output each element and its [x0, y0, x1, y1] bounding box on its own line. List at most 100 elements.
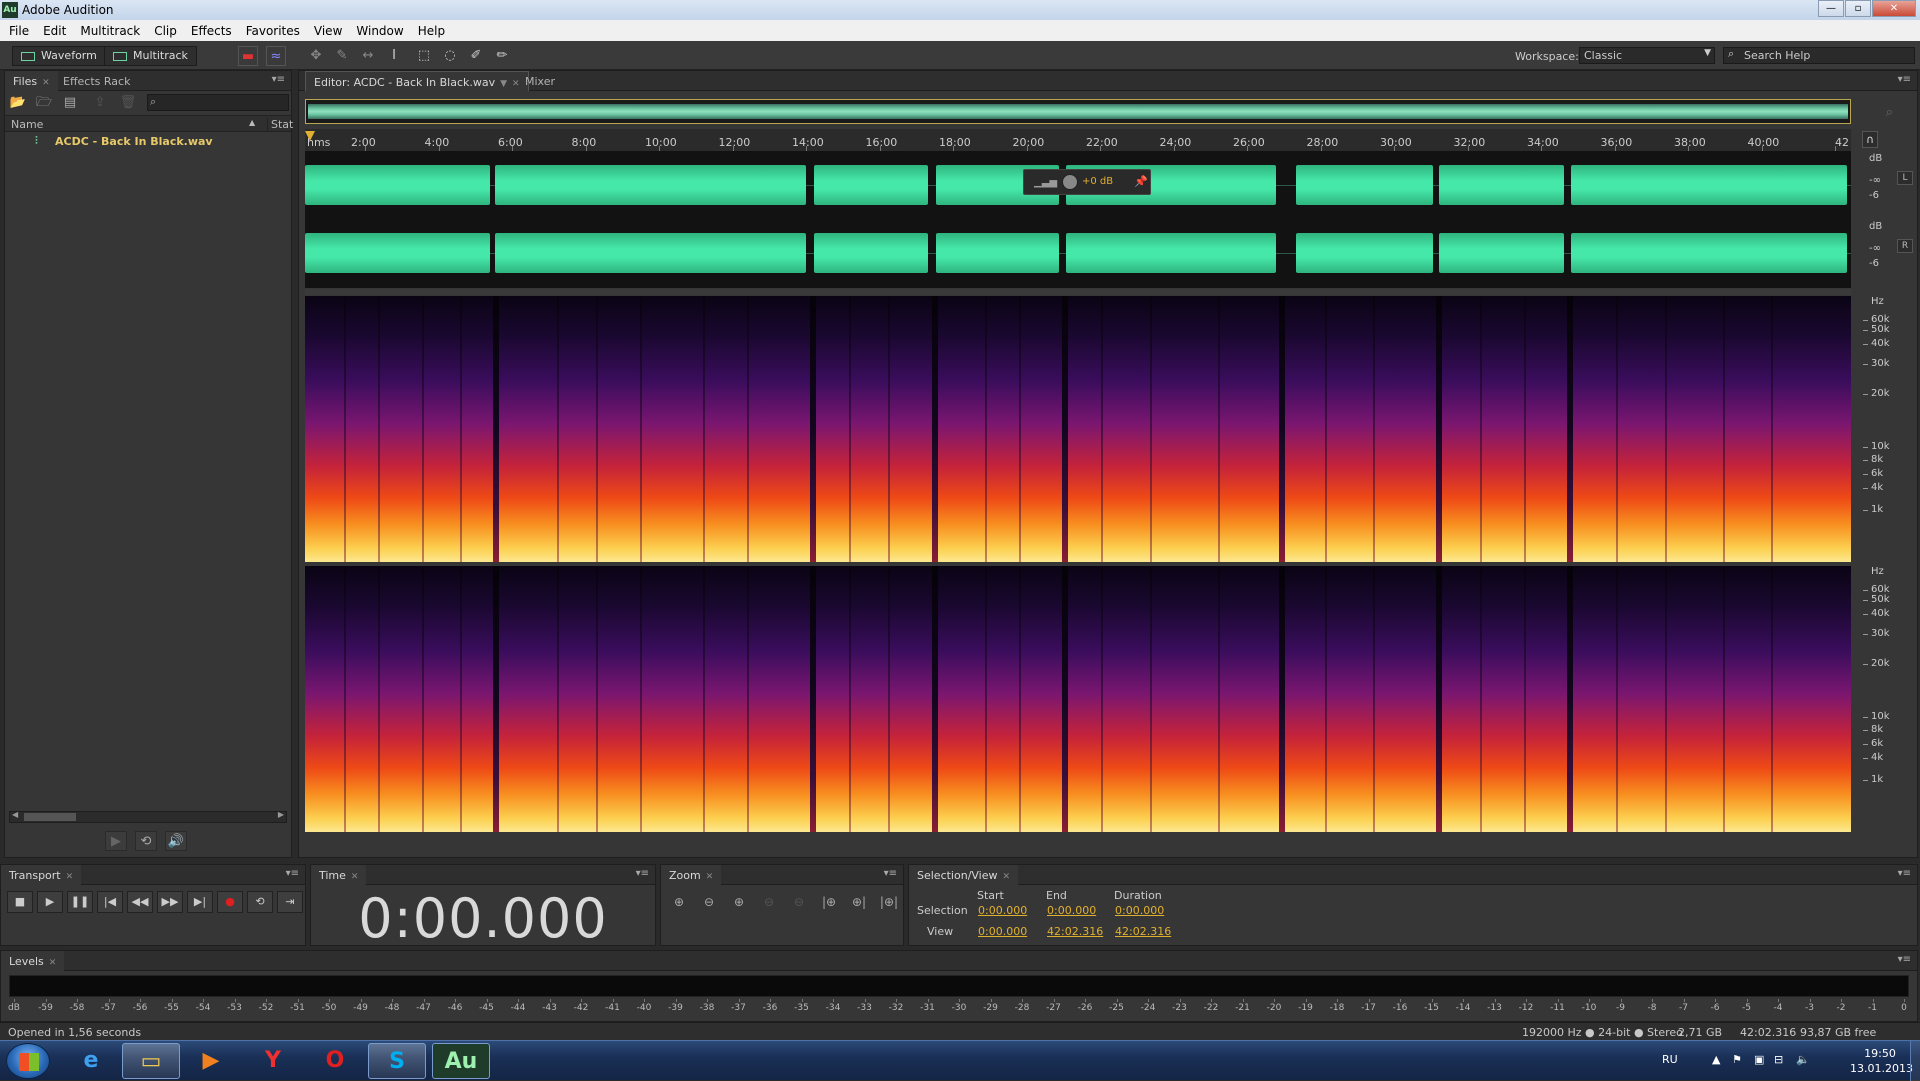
playhead-marker[interactable]	[305, 131, 315, 141]
zoom-icon[interactable]: ⌕	[1886, 105, 1893, 120]
go-to-end-button[interactable]: ▶|	[187, 891, 213, 913]
panel-menu-icon[interactable]: ▾≡	[286, 868, 299, 879]
headphones-icon[interactable]: ∩	[1862, 131, 1878, 148]
network-icon[interactable]: ⊟	[1774, 1053, 1783, 1066]
razor-tool-icon[interactable]: ✎	[332, 46, 352, 66]
waveform-view-button[interactable]: Waveform	[12, 46, 106, 66]
panel-menu-icon[interactable]: ▾≡	[1898, 954, 1911, 965]
media-player-icon[interactable]: ▶	[182, 1043, 240, 1079]
tab-transport[interactable]: Transport ✕	[1, 865, 82, 885]
device-icon[interactable]: ▣	[1754, 1053, 1764, 1066]
zoom-out-amplitude-icon[interactable]: ⊖	[697, 891, 721, 913]
menu-multitrack[interactable]: Multitrack	[73, 24, 147, 38]
selection-start-field[interactable]: 0:00.000	[978, 904, 1027, 917]
menu-file[interactable]: File	[2, 24, 36, 38]
close-icon[interactable]: ✕	[66, 872, 74, 882]
column-status[interactable]: Stat	[267, 118, 293, 131]
yandex-browser-icon[interactable]: Y	[244, 1043, 302, 1079]
language-indicator[interactable]: RU	[1662, 1053, 1678, 1066]
minimize-button[interactable]: —	[1818, 0, 1844, 17]
tab-zoom[interactable]: Zoom ✕	[661, 865, 722, 885]
fast-forward-button[interactable]: ▶▶	[157, 891, 183, 913]
menu-favorites[interactable]: Favorites	[239, 24, 307, 38]
windows-start-button[interactable]	[6, 1043, 50, 1079]
scroll-left-icon[interactable]: ◀	[12, 810, 18, 819]
selection-end-field[interactable]: 0:00.000	[1047, 904, 1096, 917]
spectrogram-right-channel[interactable]	[305, 566, 1851, 832]
time-selection-tool-icon[interactable]: I	[384, 46, 404, 66]
adobe-audition-taskbar-icon[interactable]: Au	[432, 1043, 490, 1079]
panel-menu-icon[interactable]: ▾≡	[884, 868, 897, 879]
selection-duration-field[interactable]: 0:00.000	[1115, 904, 1164, 917]
panel-menu-icon[interactable]: ▾≡	[636, 868, 649, 879]
zoom-in-at-in-point-icon[interactable]: |⊕	[817, 891, 841, 913]
hud-volume-control[interactable]: ▁▃▅ +0 dB 📌	[1023, 169, 1151, 195]
view-duration-field[interactable]: 42:02.316	[1115, 925, 1171, 938]
close-button[interactable]: ✕	[1872, 0, 1916, 17]
menu-window[interactable]: Window	[349, 24, 410, 38]
show-desktop-button[interactable]	[1910, 1041, 1920, 1081]
files-search-input[interactable]: ⌕	[147, 94, 289, 111]
spectral-pitch-display-icon[interactable]: ≈	[266, 46, 286, 66]
move-tool-icon[interactable]: ✥	[306, 46, 326, 66]
taskbar-clock[interactable]: 19:50 13.01.2013	[1850, 1046, 1913, 1076]
lasso-selection-tool-icon[interactable]: ◌	[440, 46, 460, 66]
multitrack-view-button[interactable]: Multitrack	[104, 46, 197, 66]
panel-menu-icon[interactable]: ▾≡	[1898, 868, 1911, 879]
action-center-flag-icon[interactable]: ⚑	[1732, 1053, 1742, 1066]
slip-tool-icon[interactable]: ↔	[358, 46, 378, 66]
scroll-right-icon[interactable]: ▶	[278, 810, 284, 819]
column-name[interactable]: Name	[11, 118, 43, 131]
scrollbar-thumb[interactable]	[24, 813, 76, 821]
spot-healing-brush-icon[interactable]: ✏	[492, 46, 512, 66]
tab-selection-view[interactable]: Selection/View ✕	[909, 865, 1019, 885]
menu-clip[interactable]: Clip	[147, 24, 184, 38]
zoom-out-time-icon[interactable]: ⊖	[757, 891, 781, 913]
view-end-field[interactable]: 42:02.316	[1047, 925, 1103, 938]
close-icon[interactable]: ✕	[1003, 872, 1011, 882]
menu-help[interactable]: Help	[411, 24, 452, 38]
close-icon[interactable]: ✕	[49, 958, 57, 968]
file-explorer-icon[interactable]: ▭	[122, 1043, 180, 1079]
zoom-in-at-out-point-icon[interactable]: ⊕|	[847, 891, 871, 913]
file-list-item[interactable]: ⫶ ACDC - Back In Black.wav	[5, 132, 291, 150]
panel-menu-icon[interactable]: ▾≡	[1898, 74, 1911, 85]
skype-icon[interactable]: S	[368, 1043, 426, 1079]
close-icon[interactable]: ✕	[42, 78, 50, 88]
new-file-icon[interactable]: ▤	[61, 95, 79, 111]
volume-icon[interactable]: 🔈	[1796, 1053, 1810, 1066]
pin-icon[interactable]: 📌	[1134, 175, 1148, 188]
delete-icon[interactable]: 🗑	[119, 95, 137, 111]
maximize-button[interactable]: ▫	[1845, 0, 1871, 17]
tab-effects-rack[interactable]: Effects Rack	[55, 71, 138, 91]
opera-icon[interactable]: O	[306, 1043, 364, 1079]
insert-into-multitrack-icon[interactable]: ⇪	[91, 95, 109, 111]
spectrogram-left-channel[interactable]	[305, 296, 1851, 562]
internet-explorer-icon[interactable]: e	[62, 1043, 120, 1079]
left-channel-toggle[interactable]: L	[1897, 171, 1913, 185]
tab-editor[interactable]: Editor: ACDC - Back In Black.wav ▼ ✕	[305, 71, 529, 91]
zoom-to-selection-icon[interactable]: |⊕|	[877, 891, 901, 913]
view-start-field[interactable]: 0:00.000	[978, 925, 1027, 938]
view-splitter[interactable]	[305, 289, 1851, 295]
zoom-in-time-icon[interactable]: ⊕	[727, 891, 751, 913]
horizontal-scrollbar[interactable]: ◀ ▶	[9, 810, 287, 823]
import-file-icon[interactable]: 🗁	[35, 95, 53, 111]
timeline-ruler[interactable]: hms 2:00 4:00 6:00 8:00 10:00 12:00 14:00 16:00…	[305, 129, 1851, 151]
autoplay-speaker-icon[interactable]: 🔊	[165, 831, 187, 851]
right-channel-toggle[interactable]: R	[1897, 239, 1913, 253]
channel-right-waveform[interactable]	[305, 221, 1851, 287]
waveform-display[interactable]: ▁▃▅ +0 dB 📌	[305, 151, 1851, 288]
close-icon[interactable]: ✕	[351, 872, 359, 882]
go-to-start-button[interactable]: |◀	[97, 891, 123, 913]
tab-files[interactable]: Files ✕	[5, 71, 58, 91]
close-icon[interactable]: ✕	[706, 872, 714, 882]
tab-mixer[interactable]: Mixer	[517, 71, 563, 91]
pause-button[interactable]: ❚❚	[67, 891, 93, 913]
tab-time[interactable]: Time ✕	[311, 865, 367, 885]
panel-menu-icon[interactable]: ▾≡	[272, 74, 285, 85]
loop-playback-button[interactable]: ⟲	[247, 891, 273, 913]
skip-selection-button[interactable]: ⇥	[277, 891, 303, 913]
spectral-frequency-display-icon[interactable]: ▬	[238, 46, 258, 66]
tab-levels[interactable]: Levels ✕	[1, 951, 65, 971]
